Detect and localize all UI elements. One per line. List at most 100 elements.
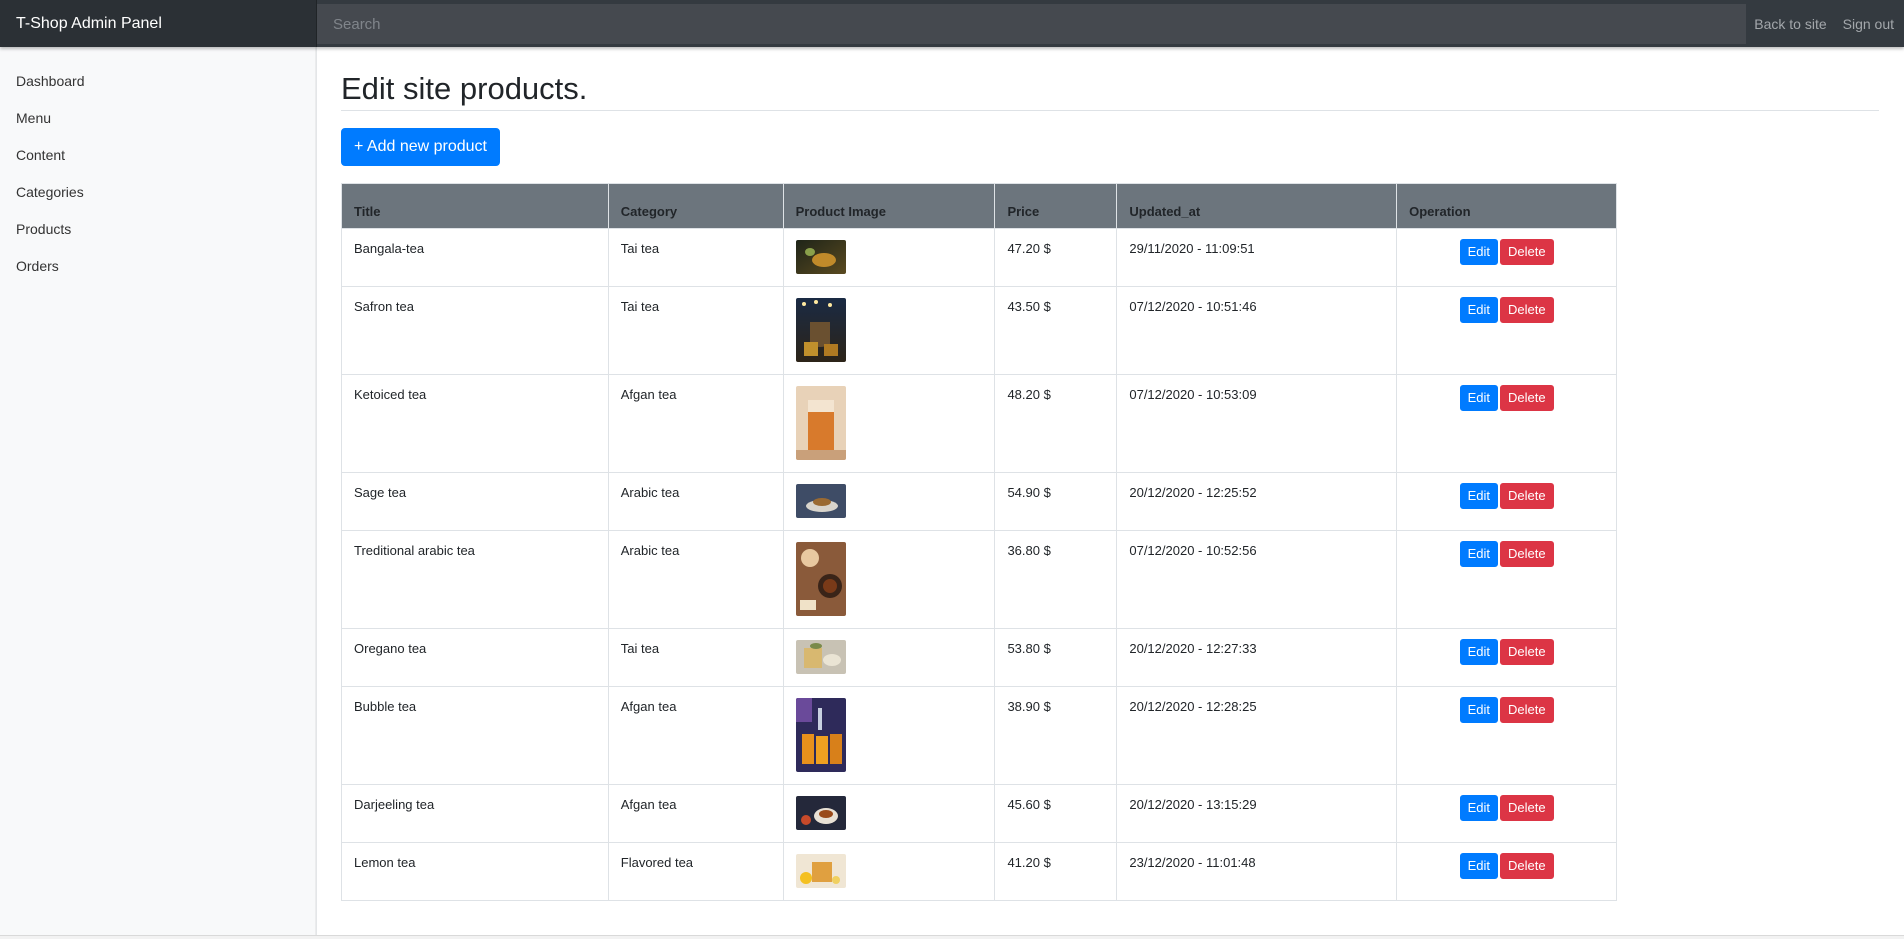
cell-category: Tai tea (607, 228, 784, 287)
cell-operation: Edit Delete (1396, 374, 1617, 473)
product-image (795, 484, 846, 518)
cell-updated-at: 07/12/2020 - 10:52:56 (1116, 530, 1398, 629)
cell-price: 54.90 $ (994, 472, 1118, 531)
edit-button[interactable]: Edit (1459, 541, 1498, 567)
table-row: Bangala-tea Tai tea 47.20 $ 29/11/2020 -… (341, 228, 1617, 287)
cell-operation: Edit Delete (1396, 628, 1617, 687)
cell-price: 48.20 $ (994, 374, 1118, 473)
cell-price: 47.20 $ (994, 228, 1118, 287)
cell-product-image (782, 530, 996, 629)
nav-links: Back to site Sign out (1746, 0, 1904, 47)
cell-product-image (782, 628, 996, 687)
cell-title: Lemon tea (341, 842, 609, 901)
cell-category: Arabic tea (607, 472, 784, 531)
cell-product-image (782, 784, 996, 843)
cell-product-image (782, 842, 996, 901)
cell-category: Afgan tea (607, 784, 784, 843)
cell-operation: Edit Delete (1396, 286, 1617, 375)
back-to-site-link[interactable]: Back to site (1746, 16, 1834, 32)
cell-updated-at: 20/12/2020 - 13:15:29 (1116, 784, 1398, 843)
cell-title: Sage tea (341, 472, 609, 531)
product-image (795, 240, 846, 274)
cell-operation: Edit Delete (1396, 842, 1617, 901)
cell-title: Bangala-tea (341, 228, 609, 287)
cell-operation: Edit Delete (1396, 784, 1617, 843)
delete-button[interactable]: Delete (1499, 795, 1554, 821)
cell-updated-at: 20/12/2020 - 12:25:52 (1116, 472, 1398, 531)
cell-category: Flavored tea (607, 842, 784, 901)
product-image (795, 854, 846, 888)
sidebar-item-categories[interactable]: Categories (0, 174, 316, 211)
product-image (795, 298, 846, 362)
cell-price: 45.60 $ (994, 784, 1118, 843)
cell-operation: Edit Delete (1396, 472, 1617, 531)
sidebar-item-dashboard[interactable]: Dashboard (0, 63, 316, 100)
delete-button[interactable]: Delete (1499, 239, 1554, 265)
table-row: Sage tea Arabic tea 54.90 $ 20/12/2020 -… (341, 472, 1617, 531)
edit-button[interactable]: Edit (1459, 385, 1498, 411)
cell-updated-at: 23/12/2020 - 11:01:48 (1116, 842, 1398, 901)
product-image (795, 542, 846, 616)
sidebar-item-menu[interactable]: Menu (0, 100, 316, 137)
cell-title: Safron tea (341, 286, 609, 375)
product-image (795, 796, 846, 830)
edit-button[interactable]: Edit (1459, 639, 1498, 665)
brand-title[interactable]: T-Shop Admin Panel (0, 0, 317, 47)
column-header-operation: Operation (1396, 183, 1617, 229)
cell-price: 43.50 $ (994, 286, 1118, 375)
cell-price: 38.90 $ (994, 686, 1118, 785)
column-header-title: Title (341, 183, 609, 229)
cell-product-image (782, 228, 996, 287)
product-image (795, 698, 846, 772)
cell-category: Afgan tea (607, 686, 784, 785)
horizontal-scrollbar[interactable] (0, 935, 1904, 939)
sign-out-link[interactable]: Sign out (1835, 16, 1902, 32)
add-new-product-button[interactable]: + Add new product (341, 128, 500, 166)
delete-button[interactable]: Delete (1499, 697, 1554, 723)
edit-button[interactable]: Edit (1459, 795, 1498, 821)
cell-product-image (782, 472, 996, 531)
table-row: Bubble tea Afgan tea 38.90 $ 20/12/2020 … (341, 686, 1617, 785)
table-header-row: Title Category Product Image Price Updat… (341, 183, 1617, 229)
cell-price: 36.80 $ (994, 530, 1118, 629)
edit-button[interactable]: Edit (1459, 297, 1498, 323)
cell-operation: Edit Delete (1396, 530, 1617, 629)
cell-title: Oregano tea (341, 628, 609, 687)
cell-updated-at: 20/12/2020 - 12:28:25 (1116, 686, 1398, 785)
delete-button[interactable]: Delete (1499, 853, 1554, 879)
delete-button[interactable]: Delete (1499, 297, 1554, 323)
cell-operation: Edit Delete (1396, 686, 1617, 785)
title-divider (341, 110, 1879, 111)
edit-button[interactable]: Edit (1459, 853, 1498, 879)
cell-operation: Edit Delete (1396, 228, 1617, 287)
sidebar: Dashboard Menu Content Categories Produc… (0, 47, 317, 939)
table-row: Lemon tea Flavored tea 41.20 $ 23/12/202… (341, 842, 1617, 901)
products-table: Title Category Product Image Price Updat… (341, 183, 1617, 901)
product-image (795, 386, 846, 460)
edit-button[interactable]: Edit (1459, 239, 1498, 265)
table-row: Ketoiced tea Afgan tea 48.20 $ 07/12/202… (341, 374, 1617, 473)
page-title: Edit site products. (341, 71, 588, 106)
cell-updated-at: 20/12/2020 - 12:27:33 (1116, 628, 1398, 687)
edit-button[interactable]: Edit (1459, 697, 1498, 723)
sidebar-item-products[interactable]: Products (0, 211, 316, 248)
column-header-updated-at: Updated_at (1116, 183, 1398, 229)
top-navbar: T-Shop Admin Panel Back to site Sign out (0, 0, 1904, 47)
column-header-category: Category (607, 183, 784, 229)
sidebar-item-content[interactable]: Content (0, 137, 316, 174)
sidebar-item-orders[interactable]: Orders (0, 248, 316, 285)
cell-category: Arabic tea (607, 530, 784, 629)
cell-category: Tai tea (607, 286, 784, 375)
cell-title: Darjeeling tea (341, 784, 609, 843)
delete-button[interactable]: Delete (1499, 639, 1554, 665)
delete-button[interactable]: Delete (1499, 385, 1554, 411)
cell-updated-at: 07/12/2020 - 10:53:09 (1116, 374, 1398, 473)
delete-button[interactable]: Delete (1499, 483, 1554, 509)
edit-button[interactable]: Edit (1459, 483, 1498, 509)
table-row: Oregano tea Tai tea 53.80 $ 20/12/2020 -… (341, 628, 1617, 687)
cell-product-image (782, 286, 996, 375)
main-content: Edit site products. + Add new product Ti… (341, 47, 1879, 939)
delete-button[interactable]: Delete (1499, 541, 1554, 567)
column-header-price: Price (994, 183, 1118, 229)
search-input[interactable] (317, 4, 1747, 44)
